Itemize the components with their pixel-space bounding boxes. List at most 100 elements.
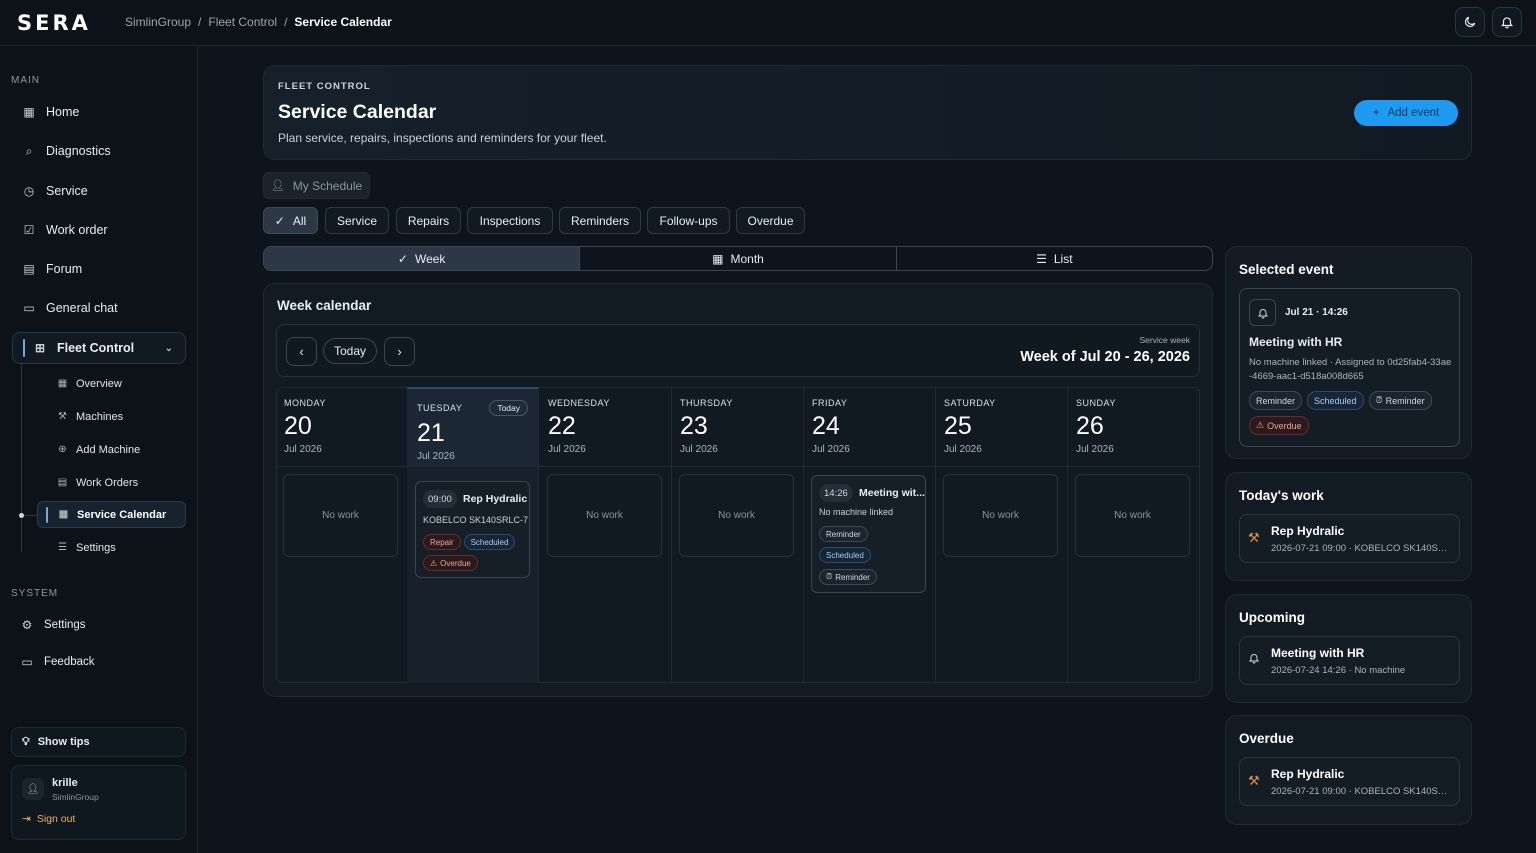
day-column-friday: FRIDAY 24 Jul 2026 14:26 Meeting wit... … bbox=[804, 387, 936, 683]
day-number: 25 bbox=[944, 412, 972, 440]
filter-chip-service[interactable]: Service bbox=[325, 207, 389, 234]
sidebar-group-fleet-control[interactable]: ⊞ Fleet Control ⌄ bbox=[12, 332, 186, 364]
notifications-button[interactable] bbox=[1492, 7, 1522, 37]
page-header-card: FLEET CONTROL Service Calendar Plan serv… bbox=[263, 65, 1472, 160]
day-column-saturday: SATURDAY 25 Jul 2026 No work bbox=[936, 387, 1068, 683]
filter-label: Inspections bbox=[479, 213, 541, 228]
tab-month[interactable]: ▦ Month bbox=[580, 247, 897, 270]
chevron-right-icon: › bbox=[397, 344, 402, 359]
sidebar-subitem-service-calendar[interactable]: ▦ Service Calendar bbox=[37, 501, 186, 528]
add-event-button[interactable]: + Add event bbox=[1354, 100, 1458, 126]
user-card: 👤︎ krille SimlinGroup ⇥ Sign out bbox=[11, 765, 186, 840]
filter-chip-overdue[interactable]: Overdue bbox=[736, 207, 805, 234]
sidebar-item-label: Diagnostics bbox=[46, 144, 111, 158]
filter-chip-all[interactable]: ✓ All bbox=[263, 207, 318, 234]
next-week-button[interactable]: › bbox=[384, 337, 415, 366]
tree-line bbox=[21, 362, 22, 552]
filter-chip-reminders[interactable]: Reminders bbox=[559, 207, 641, 234]
sidebar-subitem-add-machine[interactable]: ⊕ Add Machine bbox=[37, 436, 186, 463]
page-subtitle: Plan service, repairs, inspections and r… bbox=[278, 131, 607, 145]
sidebar-subitem-work-orders[interactable]: ▤ Work Orders bbox=[37, 469, 186, 496]
day-name: TUESDAY bbox=[417, 403, 463, 413]
breadcrumb-item[interactable]: SimlinGroup bbox=[125, 15, 191, 29]
panel-title: Overdue bbox=[1239, 731, 1294, 746]
sidebar-item-settings[interactable]: ⚙ Settings bbox=[12, 610, 186, 640]
item-subtitle: 2026-07-21 09:00 · KOBELCO SK140SRLC-7 bbox=[1271, 543, 1453, 554]
show-tips-button[interactable]: 💡︎ Show tips bbox=[11, 727, 186, 757]
calendar-icon: ▦ bbox=[712, 251, 724, 266]
calendar-icon: ▦ bbox=[58, 509, 69, 520]
filter-label: Overdue bbox=[747, 213, 794, 228]
grid-icon: ▦ bbox=[57, 378, 68, 389]
logo[interactable]: SERA bbox=[17, 11, 91, 35]
day-month: Jul 2026 bbox=[944, 444, 982, 455]
person-icon: 👤︎ bbox=[270, 180, 285, 192]
sidebar-item-label: Service bbox=[46, 184, 88, 198]
chevron-down-icon: ⌄ bbox=[164, 342, 173, 354]
sign-out-label: Sign out bbox=[36, 813, 76, 825]
sidebar-subitem-overview[interactable]: ▦ Overview bbox=[37, 370, 186, 397]
tag-reminder: ⏰︎ Reminder bbox=[1368, 391, 1432, 410]
sidebar-item-work-order[interactable]: ☑ Work order bbox=[12, 215, 186, 245]
my-schedule-button[interactable]: 👤︎ My Schedule bbox=[263, 172, 370, 199]
today-button[interactable]: Today bbox=[323, 338, 377, 364]
filter-chip-follow-ups[interactable]: Follow-ups bbox=[647, 207, 730, 234]
event-tags: Repair Scheduled bbox=[423, 534, 518, 550]
my-schedule-label: My Schedule bbox=[292, 178, 363, 193]
filter-chip-repairs[interactable]: Repairs bbox=[396, 207, 461, 234]
prev-week-button[interactable]: ‹ bbox=[286, 337, 317, 366]
add-event-label: Add event bbox=[1387, 107, 1440, 119]
checkbox-icon: ☑ bbox=[23, 223, 35, 237]
no-work-cell[interactable]: No work bbox=[943, 474, 1058, 557]
selected-event-card[interactable]: Jul 21 · 14:26 Meeting with HR No machin… bbox=[1239, 288, 1460, 447]
calendar-nav-bar: ‹ Today › Service week Week of Jul 20 - … bbox=[276, 324, 1200, 377]
sidebar-item-diagnostics[interactable]: ⌕ Diagnostics bbox=[12, 136, 186, 166]
event-tags: ⚠ Overdue bbox=[1249, 416, 1312, 435]
bell-icon bbox=[1249, 299, 1276, 326]
filter-label: Repairs bbox=[407, 213, 450, 228]
day-number: 23 bbox=[680, 412, 708, 440]
tag-label: Overdue bbox=[1267, 420, 1302, 431]
sliders-icon: ☰ bbox=[58, 542, 67, 553]
gear-icon: ⚙ bbox=[21, 618, 33, 632]
day-month: Jul 2026 bbox=[812, 444, 850, 455]
active-indicator bbox=[46, 506, 48, 523]
list-item[interactable]: ⚒ Rep Hydralic 2026-07-21 09:00 · KOBELC… bbox=[1239, 757, 1460, 806]
sidebar-item-forum[interactable]: ▤ Forum bbox=[12, 254, 186, 284]
list-item[interactable]: ⚒ Rep Hydralic 2026-07-21 09:00 · KOBELC… bbox=[1239, 514, 1460, 563]
breadcrumb-item[interactable]: Fleet Control bbox=[208, 15, 277, 29]
tab-week[interactable]: ✓ Week bbox=[264, 247, 581, 270]
list-item[interactable]: Meeting with HR 2026-07-24 14:26 · No ma… bbox=[1239, 636, 1460, 685]
panel-title: Today's work bbox=[1239, 488, 1324, 503]
no-work-cell[interactable]: No work bbox=[547, 474, 662, 557]
tab-label: List bbox=[1053, 251, 1073, 266]
no-work-cell[interactable]: No work bbox=[283, 474, 398, 557]
network-icon: ⊞ bbox=[34, 341, 46, 355]
day-name: SUNDAY bbox=[1076, 398, 1116, 408]
sidebar-item-feedback[interactable]: ▭ Feedback bbox=[12, 647, 186, 677]
sign-out-icon: ⇥ bbox=[22, 813, 31, 825]
tag-reminder: Reminder bbox=[819, 526, 868, 542]
sidebar-subitem-machines[interactable]: ⚒ Machines bbox=[37, 403, 186, 430]
plus-icon: + bbox=[1372, 107, 1380, 119]
filter-chip-inspections[interactable]: Inspections bbox=[467, 207, 553, 234]
upcoming-panel: Upcoming Meeting with HR 2026-07-24 14:2… bbox=[1225, 594, 1472, 703]
theme-toggle-button[interactable] bbox=[1455, 7, 1485, 37]
event-card[interactable]: 09:00 Rep Hydralic KOBELCO SK140SRLC-7 R… bbox=[415, 481, 530, 578]
event-card[interactable]: 14:26 Meeting wit... No machine linked R… bbox=[811, 475, 926, 593]
sidebar-item-service[interactable]: ◷ Service bbox=[12, 176, 186, 206]
moon-icon bbox=[1465, 16, 1476, 27]
tab-list[interactable]: ☰ List bbox=[897, 247, 1212, 270]
sidebar-subitem-settings[interactable]: ☰ Settings bbox=[37, 534, 186, 561]
sign-out-button[interactable]: ⇥ Sign out bbox=[22, 813, 75, 825]
todays-work-panel: Today's work ⚒ Rep Hydralic 2026-07-21 0… bbox=[1225, 472, 1472, 581]
item-title: Rep Hydralic bbox=[1271, 767, 1345, 781]
no-work-cell[interactable]: No work bbox=[679, 474, 794, 557]
sidebar-item-home[interactable]: ▦ Home bbox=[12, 97, 186, 127]
sidebar-item-general-chat[interactable]: ▭ General chat bbox=[12, 293, 186, 323]
event-title: Meeting wit... bbox=[859, 487, 925, 499]
tools-icon: ⚒ bbox=[1248, 530, 1260, 545]
no-work-cell[interactable]: No work bbox=[1075, 474, 1190, 557]
sidebar-item-label: Forum bbox=[46, 262, 83, 276]
avatar: 👤︎ bbox=[22, 778, 44, 800]
